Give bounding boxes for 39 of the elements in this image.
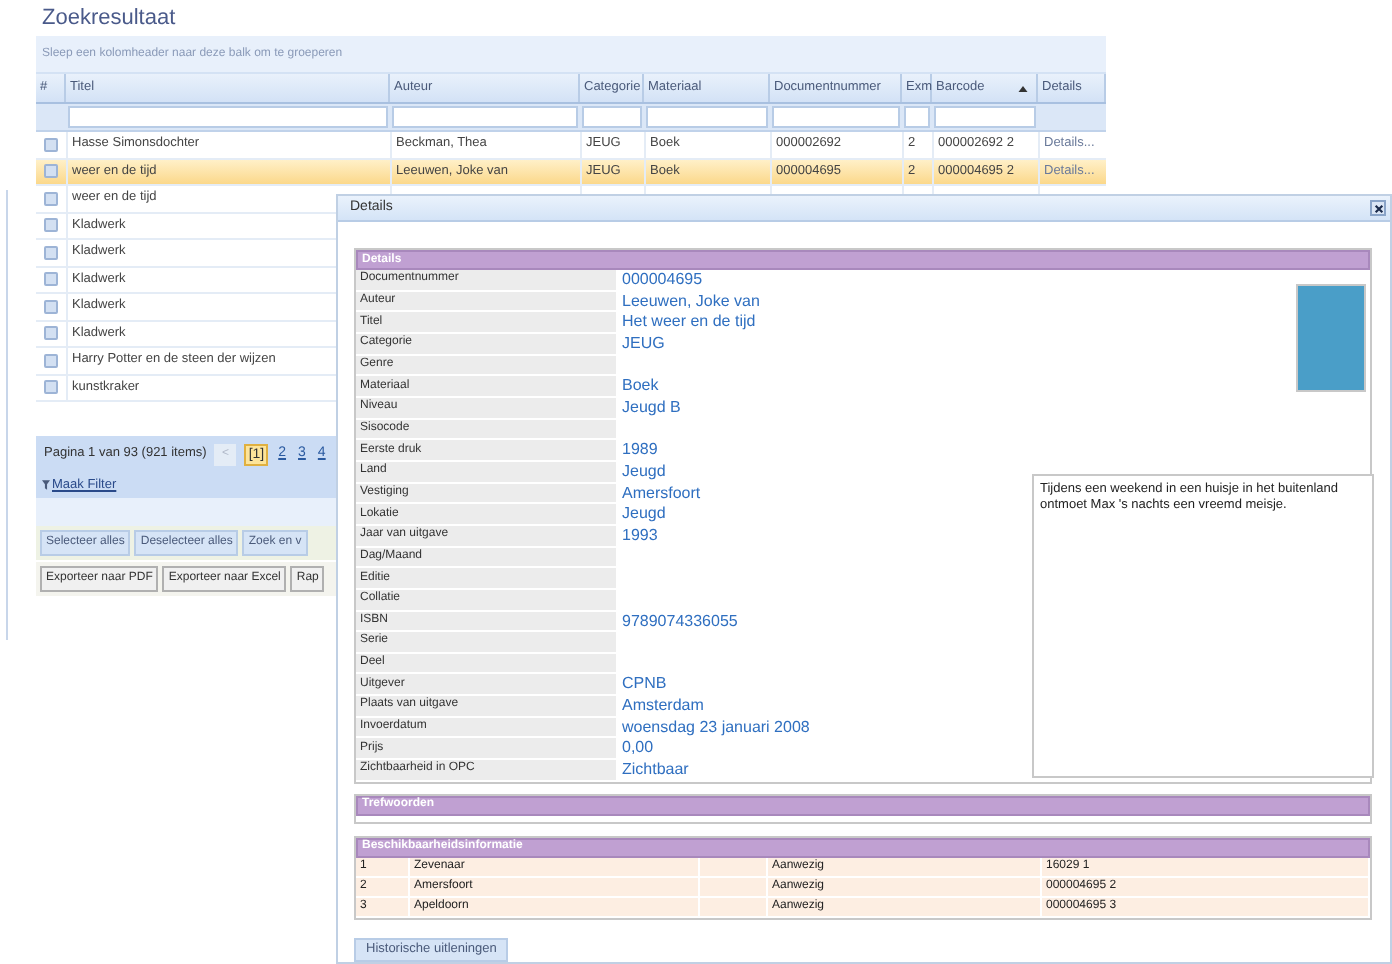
field-value: CPNB [620, 674, 667, 695]
field-value: Boek [620, 376, 659, 396]
field-value: Amersfoort [620, 483, 701, 503]
field-value: Jeugd [620, 504, 666, 524]
filter-field[interactable] [646, 106, 768, 128]
field-value: 0,00 [620, 738, 654, 759]
row-checkbox[interactable] [44, 272, 58, 287]
row-checkbox[interactable] [44, 326, 58, 341]
row-checkbox[interactable] [44, 380, 58, 395]
book-cover-placeholder [1296, 284, 1366, 392]
row-checkbox[interactable] [44, 191, 58, 206]
field-value: 1993 [620, 525, 658, 546]
filter-icon [42, 480, 50, 490]
filter-field[interactable] [772, 106, 900, 128]
close-button[interactable] [1370, 200, 1386, 216]
field-value: Amsterdam [620, 696, 704, 716]
row-checkbox[interactable] [44, 218, 58, 233]
field-value: Leeuwen, Joke van [620, 291, 760, 311]
filter-field[interactable] [904, 106, 930, 128]
field-value: JEUG [620, 333, 665, 354]
filter-field[interactable] [582, 106, 642, 128]
row-checkbox[interactable] [44, 164, 58, 179]
row-checkbox[interactable] [44, 299, 58, 314]
row-checkbox[interactable] [44, 245, 58, 260]
filter-field[interactable] [392, 106, 578, 128]
page-title: Zoekresultaat [40, 4, 178, 34]
field-value: Zichtbaar [620, 760, 689, 780]
field-value: woensdag 23 januari 2008 [620, 717, 810, 737]
field-value: Jeugd B [620, 397, 681, 418]
field-value: 000004695 [620, 270, 703, 290]
field-value: 1989 [620, 440, 658, 460]
field-value: 9789074336055 [620, 611, 738, 631]
filter-field[interactable] [934, 106, 1036, 128]
row-checkbox[interactable] [44, 137, 58, 152]
close-icon [1373, 203, 1383, 213]
field-value: Jeugd [620, 461, 666, 482]
field-value: Het weer en de tijd [620, 312, 756, 332]
row-checkbox[interactable] [44, 353, 58, 368]
filter-field[interactable] [68, 106, 388, 128]
